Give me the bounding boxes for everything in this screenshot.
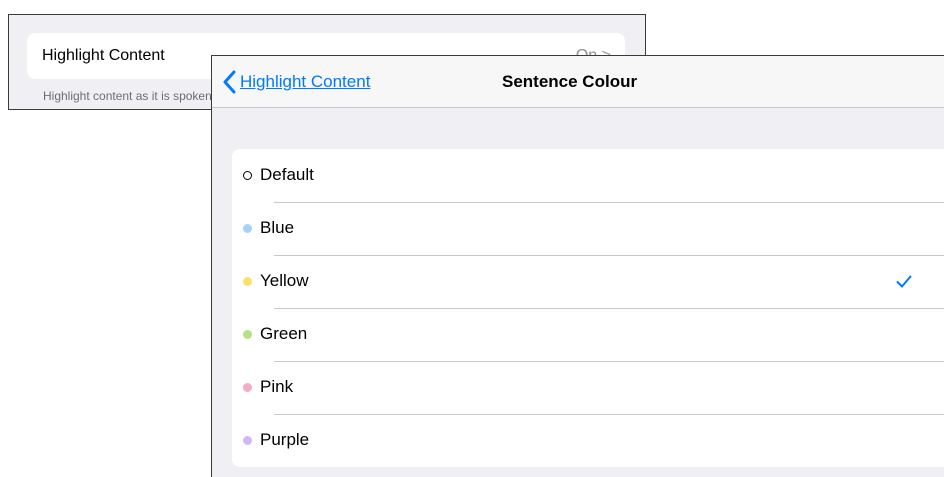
option-label: Pink: [260, 377, 294, 396]
option-label: Blue: [260, 218, 295, 237]
navigation-bar: Highlight Content Sentence Colour: [212, 56, 944, 108]
page-title: Sentence Colour: [502, 72, 638, 91]
option-label: Purple: [260, 430, 310, 449]
option-purple[interactable]: Purple: [232, 414, 944, 467]
chevron-left-icon: [223, 70, 236, 94]
purple-swatch-icon: [243, 436, 252, 445]
highlight-content-label: Highlight Content: [42, 47, 165, 64]
highlight-content-footer: Highlight content as it is spoken: [43, 89, 212, 103]
back-button-label: Highlight Content: [240, 72, 371, 91]
option-green[interactable]: Green: [232, 308, 944, 361]
checkmark-icon: [896, 275, 912, 288]
sentence-colour-panel: Highlight Content Sentence Colour Defaul…: [211, 55, 944, 477]
option-default[interactable]: Default: [232, 149, 944, 202]
option-label: Yellow: [260, 271, 309, 290]
pink-swatch-icon: [243, 383, 252, 392]
option-label: Green: [260, 324, 308, 343]
option-blue[interactable]: Blue: [232, 202, 944, 255]
option-label: Default: [260, 165, 314, 184]
green-swatch-icon: [243, 330, 252, 339]
default-swatch-icon: [243, 171, 252, 180]
screenshot-stage: Highlight Content On > Highlight content…: [0, 0, 944, 477]
option-pink[interactable]: Pink: [232, 361, 944, 414]
colour-options-list: Default Blue Yellow Green Pink Purple: [232, 149, 944, 467]
option-yellow[interactable]: Yellow: [232, 255, 944, 308]
yellow-swatch-icon: [243, 277, 252, 286]
blue-swatch-icon: [243, 224, 252, 233]
back-button[interactable]: Highlight Content: [222, 68, 370, 96]
